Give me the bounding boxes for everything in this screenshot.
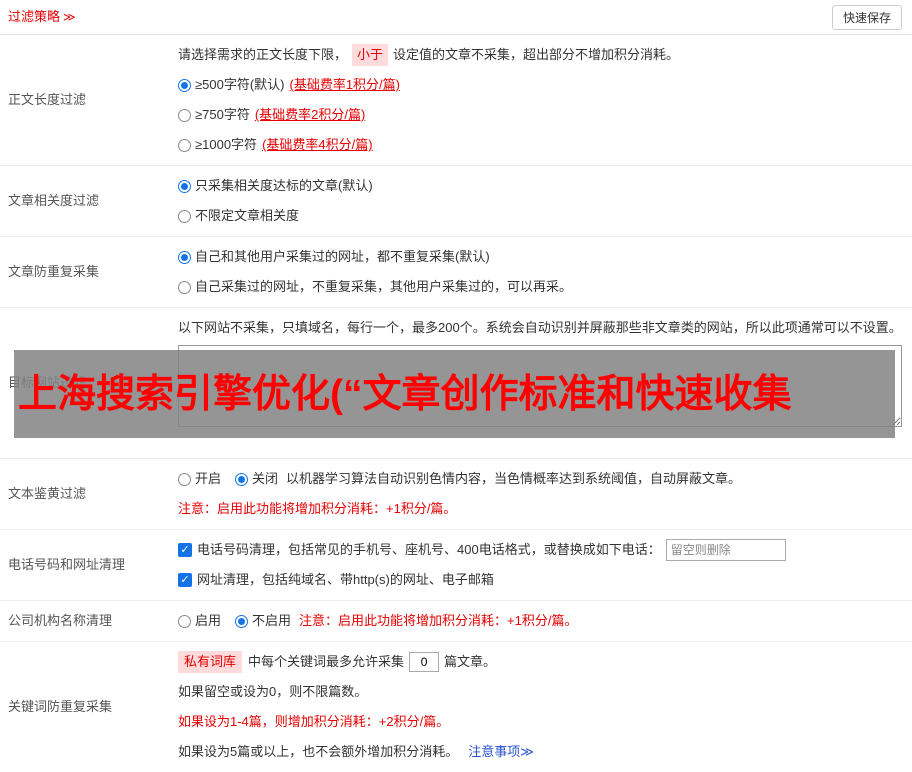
length-option-500[interactable]: ≥500字符(默认) (基础费率1积分/篇) — [178, 70, 904, 100]
keyword-note-five: 如果设为5篇或以上，也不会额外增加积分消耗。 注意事项≫ — [178, 737, 904, 767]
porn-filter-desc: 以机器学习算法自动识别色情内容，当色情概率达到系统阈值，自动屏蔽文章。 — [286, 471, 742, 487]
radio-icon[interactable] — [178, 614, 191, 628]
radio-checked-icon[interactable] — [178, 78, 191, 92]
site-filter-intro: 以下网站不采集，只填域名，每行一个，最多200个。系统会自动识别并屏蔽那些非文章… — [178, 320, 902, 335]
option-label: 开启 — [195, 471, 222, 487]
porn-filter-note: 注意：启用此功能将增加积分消耗：+1积分/篇。 — [178, 501, 457, 517]
option-label: 只采集相关度达标的文章(默认) — [195, 178, 373, 194]
excluded-sites-textarea[interactable] — [178, 345, 902, 427]
porn-filter-label: 文本鉴黄过滤 — [8, 486, 87, 502]
dedup-option-global[interactable]: 自己和其他用户采集过的网址，都不重复采集(默认) — [178, 242, 904, 272]
site-filter-label: 目标网站过滤 — [8, 375, 87, 391]
row-company-clean: 公司机构名称清理 启用 不启用 注意：启用此功能将增加积分消耗：+1积分/篇。 — [0, 601, 912, 642]
checkbox-label: 网址清理，包括纯域名、带http(s)的网址、电子邮箱 — [197, 572, 494, 588]
company-clean-note: 注意：启用此功能将增加积分消耗：+1积分/篇。 — [299, 613, 578, 629]
porn-on-option[interactable]: 开启 — [178, 469, 221, 489]
radio-checked-icon[interactable] — [178, 179, 191, 193]
intro-pre-text: 请选择需求的正文长度下限， — [178, 47, 348, 63]
keyword-note-five-text: 如果设为5篇或以上，也不会额外增加积分消耗。 — [178, 744, 459, 760]
keyword-limit-text: 中每个关键词最多允许采集 — [248, 654, 405, 670]
checkbox-label: 电话号码清理，包括常见的手机号、座机号、400电话格式，或替换成如下电话： — [197, 542, 661, 558]
row-site-filter: 目标网站过滤 以下网站不采集，只填域名，每行一个，最多200个。系统会自动识别并… — [0, 308, 912, 459]
porn-off-option[interactable]: 关闭 — [235, 469, 278, 489]
length-option-1000[interactable]: ≥1000字符 (基础费率4积分/篇) — [178, 130, 904, 160]
radio-icon[interactable] — [178, 472, 191, 486]
row-porn-filter: 文本鉴黄过滤 开启 关闭 以机器学习算法自动识别色情内容，当色情概率达到系统阈值… — [0, 459, 912, 530]
option-label: ≥750字符 — [195, 107, 250, 123]
option-label: 不启用 — [252, 613, 292, 629]
radio-icon[interactable] — [178, 209, 191, 223]
top-bar: 过滤策略 ≫ 快速保存 — [0, 0, 912, 35]
radio-icon[interactable] — [178, 280, 191, 294]
row-phone-url-clean: 电话号码和网址清理 电话号码清理，包括常见的手机号、座机号、400电话格式，或替… — [0, 530, 912, 601]
quick-save-button[interactable]: 快速保存 — [831, 4, 902, 30]
phone-clean-line: 电话号码清理，包括常见的手机号、座机号、400电话格式，或替换成如下电话： — [178, 535, 904, 565]
option-label: ≥1000字符 — [195, 137, 258, 153]
max-collect-input[interactable] — [409, 652, 440, 672]
radio-checked-icon[interactable] — [235, 472, 249, 486]
dedup-filter-label: 文章防重复采集 — [8, 264, 100, 280]
relevance-filter-label: 文章相关度过滤 — [8, 193, 100, 209]
phone-replace-input[interactable] — [665, 539, 786, 561]
option-label: 启用 — [195, 613, 222, 629]
rate-note-link[interactable]: (基础费率4积分/篇) — [262, 135, 373, 155]
radio-icon[interactable] — [178, 108, 191, 122]
page-title[interactable]: 过滤策略 ≫ — [8, 7, 76, 27]
option-label: ≥500字符(默认) — [195, 77, 285, 93]
rate-note-link[interactable]: (基础费率1积分/篇) — [289, 75, 400, 95]
checkbox-checked-icon[interactable] — [178, 543, 192, 557]
option-label: 自己采集过的网址，不重复采集，其他用户采集过的，可以再采。 — [195, 279, 573, 295]
option-label: 关闭 — [252, 471, 279, 487]
private-lexicon-tag[interactable]: 私有词库 — [178, 651, 243, 673]
keyword-dedup-label: 关键词防重复采集 — [8, 699, 113, 715]
dedup-option-self[interactable]: 自己采集过的网址，不重复采集，其他用户采集过的，可以再采。 — [178, 272, 904, 302]
phone-url-clean-label: 电话号码和网址清理 — [8, 557, 126, 573]
row-length-filter: 正文长度过滤 请选择需求的正文长度下限， 小于 设定值的文章不采集，超出部分不增… — [0, 35, 912, 166]
url-clean-checkbox[interactable]: 网址清理，包括纯域名、带http(s)的网址、电子邮箱 — [178, 565, 494, 595]
radio-icon[interactable] — [178, 138, 191, 152]
row-dedup-filter: 文章防重复采集 自己和其他用户采集过的网址，都不重复采集(默认) 自己采集过的网… — [0, 237, 912, 308]
keyword-limit-line: 私有词库 中每个关键词最多允许采集 篇文章。 — [178, 647, 904, 677]
row-relevance-filter: 文章相关度过滤 只采集相关度达标的文章(默认) 不限定文章相关度 — [0, 166, 912, 237]
intro-post-text: 设定值的文章不采集，超出部分不增加积分消耗。 — [393, 47, 680, 63]
keyword-note-zero: 如果留空或设为0，则不限篇数。 — [178, 684, 368, 700]
option-label: 自己和其他用户采集过的网址，都不重复采集(默认) — [195, 249, 490, 265]
keyword-note-cost: 如果设为1-4篇，则增加积分消耗：+2积分/篇。 — [178, 714, 450, 730]
radio-checked-icon[interactable] — [235, 614, 249, 628]
company-enable-option[interactable]: 启用 — [178, 611, 221, 631]
company-clean-label: 公司机构名称清理 — [8, 613, 113, 629]
relevance-option-any[interactable]: 不限定文章相关度 — [178, 201, 904, 231]
radio-checked-icon[interactable] — [178, 250, 191, 264]
less-than-highlight: 小于 — [352, 44, 389, 66]
double-chevron-icon: ≫ — [63, 10, 76, 24]
length-filter-label: 正文长度过滤 — [8, 92, 87, 108]
company-disable-option[interactable]: 不启用 — [235, 611, 291, 631]
porn-filter-options: 开启 关闭 以机器学习算法自动识别色情内容，当色情概率达到系统阈值，自动屏蔽文章… — [178, 464, 904, 494]
option-label: 不限定文章相关度 — [195, 208, 300, 224]
page-title-text: 过滤策略 — [8, 9, 61, 25]
keyword-limit-text-end: 篇文章。 — [444, 654, 497, 670]
row-keyword-dedup: 关键词防重复采集 私有词库 中每个关键词最多允许采集 篇文章。 如果留空或设为0… — [0, 642, 912, 772]
length-filter-intro: 请选择需求的正文长度下限， 小于 设定值的文章不采集，超出部分不增加积分消耗。 — [178, 40, 904, 70]
phone-clean-checkbox[interactable]: 电话号码清理，包括常见的手机号、座机号、400电话格式，或替换成如下电话： — [178, 540, 661, 560]
relevance-option-strict[interactable]: 只采集相关度达标的文章(默认) — [178, 171, 904, 201]
length-option-750[interactable]: ≥750字符 (基础费率2积分/篇) — [178, 100, 904, 130]
company-clean-options: 启用 不启用 注意：启用此功能将增加积分消耗：+1积分/篇。 — [178, 606, 904, 636]
rate-note-link[interactable]: (基础费率2积分/篇) — [255, 105, 366, 125]
notice-link[interactable]: 注意事项≫ — [468, 742, 534, 762]
checkbox-checked-icon[interactable] — [178, 573, 192, 587]
